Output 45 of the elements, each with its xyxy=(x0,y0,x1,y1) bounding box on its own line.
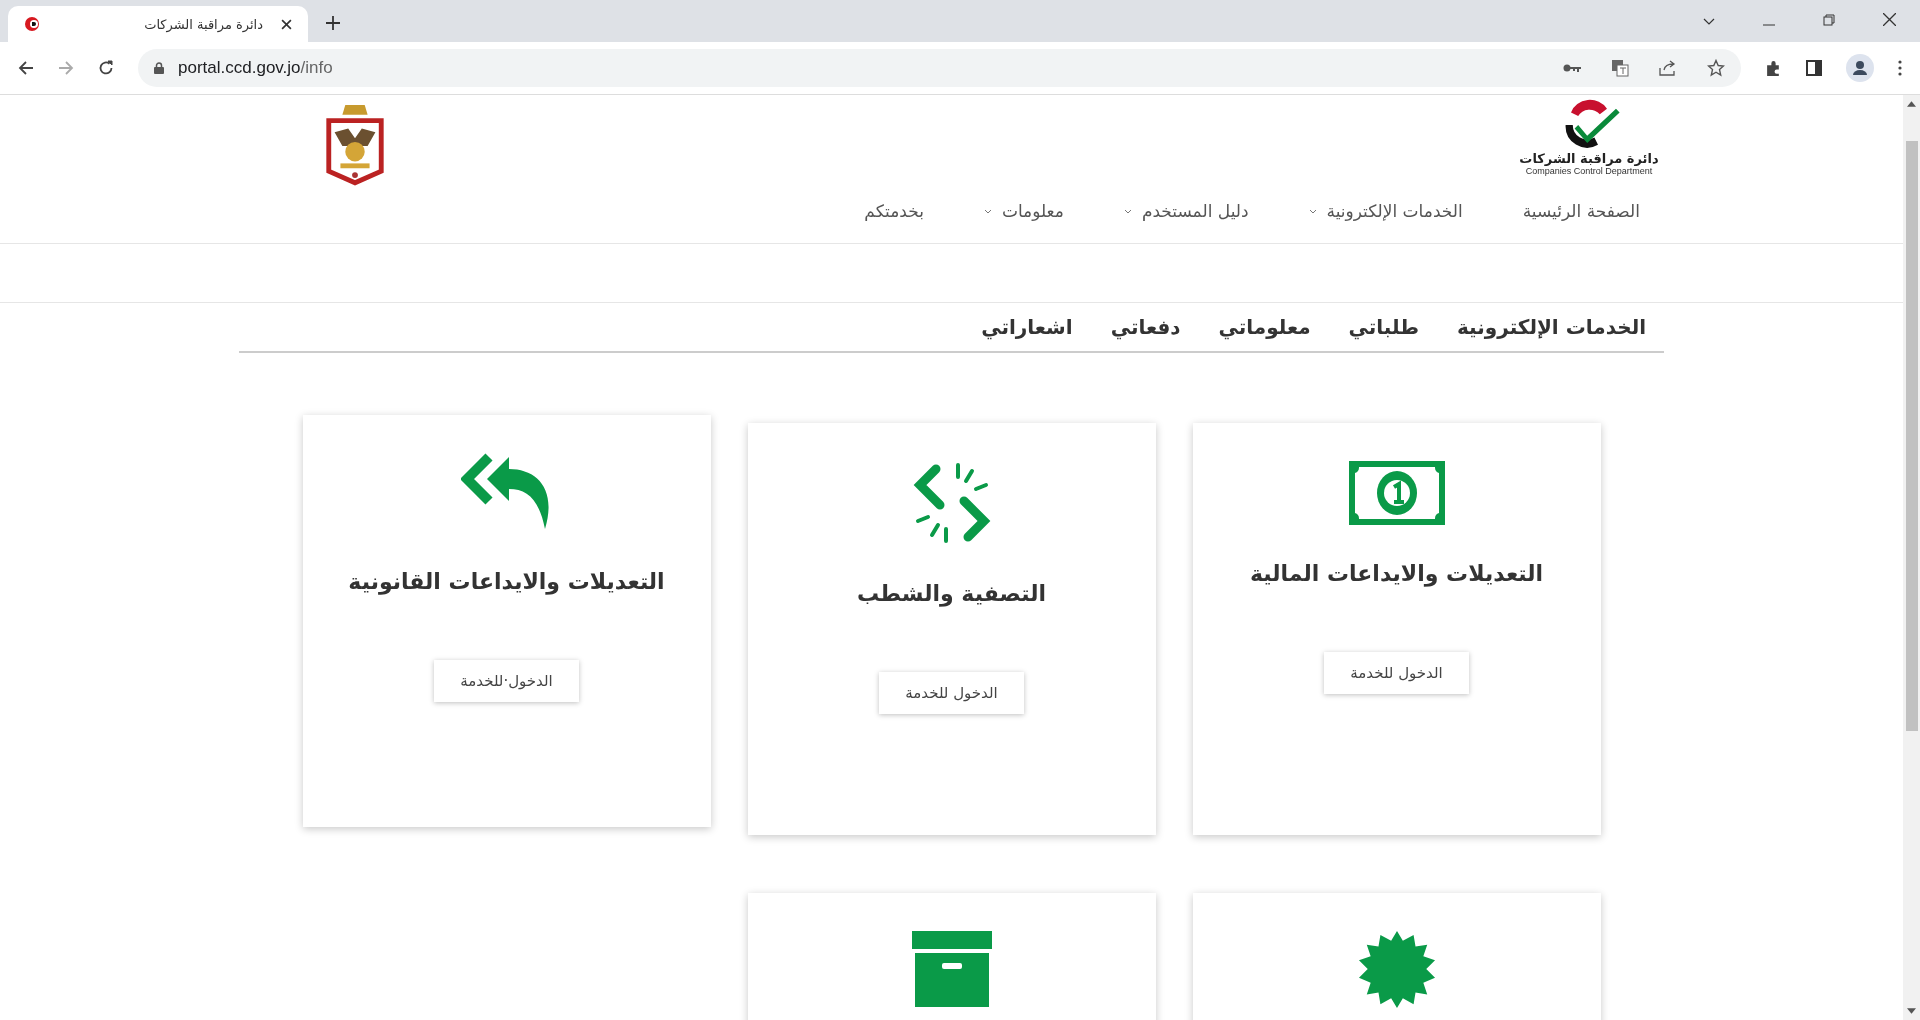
archive-box-icon xyxy=(911,931,992,1007)
reload-icon[interactable] xyxy=(98,60,114,76)
puzzle-icon[interactable] xyxy=(1765,59,1782,77)
star-icon[interactable] xyxy=(1707,59,1725,77)
section-tab[interactable]: معلوماتي xyxy=(1218,315,1311,339)
card-title: التعديلات والايداعات القانونية xyxy=(348,569,665,594)
logo-title: دائرة مراقبة الشركات xyxy=(1519,151,1659,166)
side-panel-icon[interactable] xyxy=(1806,60,1822,76)
share-icon[interactable] xyxy=(1659,60,1677,76)
scroll-up-icon[interactable] xyxy=(1907,101,1916,107)
section-tab[interactable]: دفعاتي xyxy=(1110,315,1181,339)
address-bar[interactable]: portal.ccd.gov.jo/info xyxy=(138,49,1741,87)
lock-icon xyxy=(154,62,164,74)
tab-title: دائرة مراقبة الشركات xyxy=(143,16,263,32)
enter-service-button[interactable]: الدخول للخدمة xyxy=(1324,652,1469,694)
key-icon[interactable] xyxy=(1563,63,1581,73)
scrollbar-thumb[interactable] xyxy=(1905,141,1918,731)
close-icon[interactable] xyxy=(1883,13,1896,26)
back-arrow-icon[interactable] xyxy=(18,60,34,76)
section-tab[interactable]: اشعاراتي xyxy=(981,315,1073,339)
logo-icon xyxy=(24,16,40,32)
url-text: portal.ccd.gov.jo/info xyxy=(178,58,333,78)
profile-icon[interactable] xyxy=(1846,54,1874,82)
scroll-down-icon[interactable] xyxy=(1907,1008,1916,1014)
nav-link[interactable]: الصفحة الرئيسية xyxy=(1522,201,1640,221)
section-tab[interactable]: طلباتي xyxy=(1348,315,1419,339)
enter-service-button[interactable]: الدخول للخدمة xyxy=(879,672,1024,714)
more-icon[interactable] xyxy=(1898,60,1902,76)
nav-link[interactable]: الخدمات الإلكترونية xyxy=(1308,201,1463,221)
nav-link[interactable]: دليل المستخدم xyxy=(1123,201,1249,221)
logo-subtitle: Companies Control Department xyxy=(1525,166,1653,176)
browser-tab[interactable]: دائرة مراقبة الشركات xyxy=(8,6,308,42)
nav-link[interactable]: بخدمتكم xyxy=(864,201,924,221)
nav-link[interactable]: معلومات xyxy=(983,201,1064,221)
card-title: التصفية والشطب xyxy=(857,581,1046,606)
section-tab[interactable]: الخدمات الإلكترونية xyxy=(1457,315,1646,339)
translate-icon[interactable] xyxy=(1611,59,1629,77)
close-icon[interactable] xyxy=(281,18,292,30)
banknote-icon xyxy=(1348,461,1445,525)
seal-icon xyxy=(1357,931,1436,1009)
restore-icon[interactable] xyxy=(1823,14,1835,26)
card-title: التعديلات والايداعات المالية xyxy=(1249,561,1544,586)
enter-service-button[interactable]: الدخول·للخدمة xyxy=(434,660,579,702)
new-tab-icon[interactable] xyxy=(326,16,340,30)
chevron-down-icon[interactable] xyxy=(1703,18,1715,26)
